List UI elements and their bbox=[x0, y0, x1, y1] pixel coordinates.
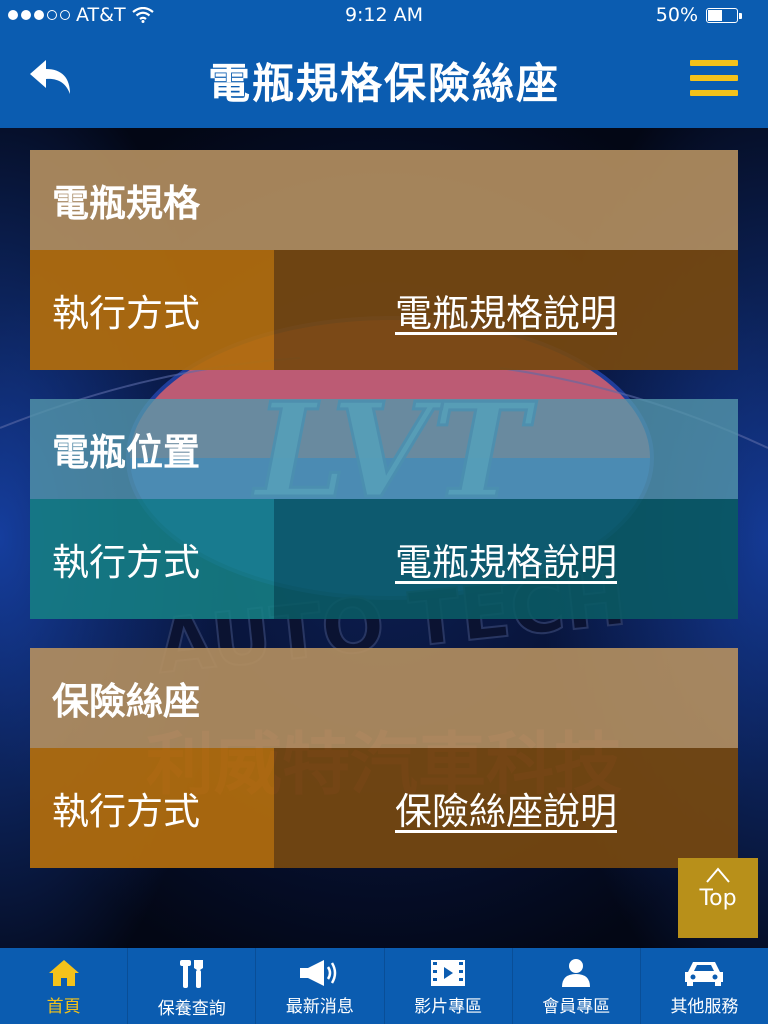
status-bar: AT&T 9:12 AM 50% bbox=[0, 0, 768, 32]
user-icon bbox=[562, 959, 591, 987]
card-row: 執行方式 保險絲座說明 bbox=[30, 748, 738, 868]
card-battery-location: 電瓶位置 執行方式 電瓶規格說明 bbox=[30, 399, 738, 619]
battery-fill bbox=[708, 9, 722, 21]
card-title: 電瓶規格 bbox=[30, 150, 738, 250]
menu-button[interactable] bbox=[690, 60, 738, 98]
card-fuse-box: 保險絲座 執行方式 保險絲座說明 bbox=[30, 648, 738, 868]
fuse-box-link[interactable]: 保險絲座說明 bbox=[274, 748, 738, 868]
card-row: 執行方式 電瓶規格說明 bbox=[30, 250, 738, 370]
tab-label: 影片專區 bbox=[414, 997, 483, 1017]
page-title: 電瓶規格保險絲座 bbox=[207, 59, 560, 108]
card-row-label: 執行方式 bbox=[30, 748, 274, 868]
megaphone-icon bbox=[299, 960, 337, 986]
tab-label: 首頁 bbox=[46, 997, 81, 1017]
video-icon bbox=[431, 960, 466, 986]
tab-member[interactable]: 會員專區 bbox=[513, 948, 641, 1024]
card-row-label: 執行方式 bbox=[30, 499, 274, 619]
car-icon bbox=[685, 962, 724, 986]
battery-percent: 50% bbox=[655, 4, 698, 26]
battery-icon bbox=[706, 7, 742, 23]
home-icon bbox=[48, 960, 79, 986]
caret-up-icon bbox=[706, 867, 730, 883]
scroll-top-button[interactable]: Top bbox=[678, 858, 758, 938]
card-row-label: 執行方式 bbox=[30, 250, 274, 370]
tab-home[interactable]: 首頁 bbox=[0, 948, 129, 1024]
nav-bar: 電瓶規格保險絲座 bbox=[0, 32, 768, 128]
battery-spec-link[interactable]: 電瓶規格說明 bbox=[274, 250, 738, 370]
tab-label: 最新消息 bbox=[285, 997, 354, 1017]
tools-icon bbox=[179, 960, 203, 988]
tab-other-services[interactable]: 其他服務 bbox=[641, 948, 768, 1024]
card-title: 保險絲座 bbox=[30, 648, 738, 748]
tab-bar: 首頁 保養查詢 最新消息 影片專區 會員專區 其他服務 bbox=[0, 948, 768, 1024]
status-time: 9:12 AM bbox=[344, 4, 424, 26]
scroll-top-label: Top bbox=[699, 886, 737, 911]
tab-label: 其他服務 bbox=[670, 997, 739, 1017]
card-battery-spec: 電瓶規格 執行方式 電瓶規格說明 bbox=[30, 150, 738, 370]
battery-location-link[interactable]: 電瓶規格說明 bbox=[274, 499, 738, 619]
tab-videos[interactable]: 影片專區 bbox=[385, 948, 513, 1024]
tab-label: 會員專區 bbox=[542, 997, 611, 1017]
card-title: 電瓶位置 bbox=[30, 399, 738, 499]
tab-maintenance[interactable]: 保養查詢 bbox=[128, 948, 257, 1024]
hamburger-menu-icon bbox=[690, 60, 738, 96]
status-right: 50% bbox=[655, 4, 742, 26]
tab-label: 保養查詢 bbox=[157, 999, 226, 1019]
tab-news[interactable]: 最新消息 bbox=[256, 948, 385, 1024]
card-row: 執行方式 電瓶規格說明 bbox=[30, 499, 738, 619]
